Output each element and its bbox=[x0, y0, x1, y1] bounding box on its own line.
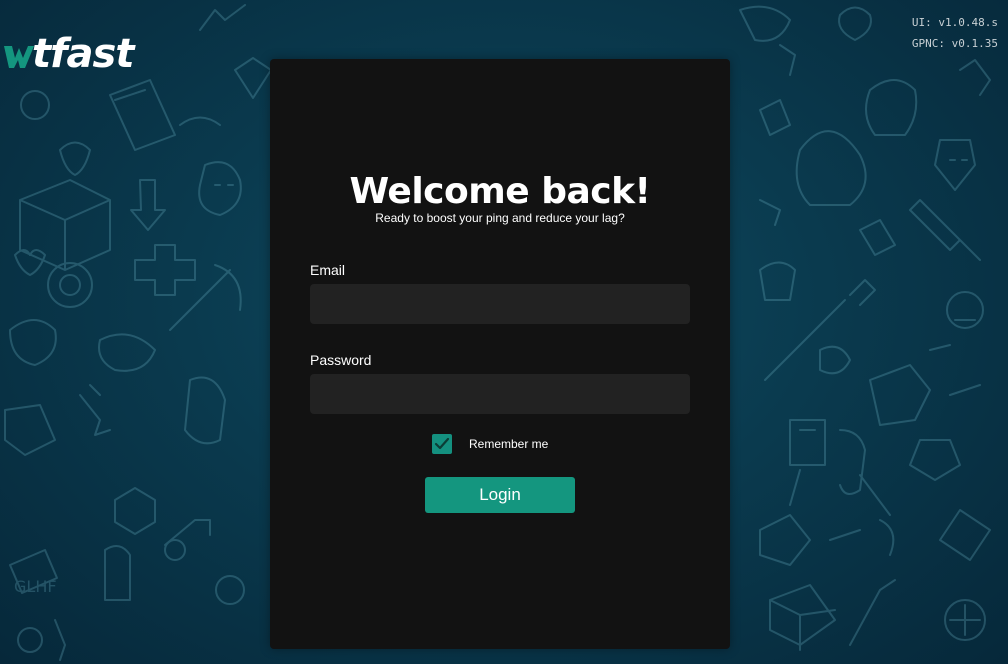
password-field[interactable] bbox=[310, 374, 690, 414]
version-info: UI: v1.0.48.s GPNC: v0.1.35 bbox=[912, 12, 998, 54]
page-subtitle: Ready to boost your ping and reduce your… bbox=[375, 211, 625, 225]
svg-text:GLHF: GLHF bbox=[14, 577, 57, 596]
remember-me-checkbox[interactable] bbox=[432, 434, 452, 454]
email-field[interactable] bbox=[310, 284, 690, 324]
brand-logo: tfast bbox=[4, 26, 134, 82]
email-label: Email bbox=[310, 262, 346, 278]
checkmark-icon bbox=[434, 437, 450, 450]
page-title: Welcome back! bbox=[349, 171, 651, 212]
login-button[interactable]: Login bbox=[425, 477, 575, 513]
login-card: Welcome back! Ready to boost your ping a… bbox=[270, 59, 730, 649]
remember-me-label: Remember me bbox=[469, 437, 549, 451]
remember-me-row: Remember me bbox=[432, 434, 548, 454]
gpnc-version: GPNC: v0.1.35 bbox=[911, 37, 998, 50]
ui-version: UI: v1.0.48.s bbox=[911, 16, 998, 29]
wtfast-w-logo-icon bbox=[4, 46, 34, 68]
password-label: Password bbox=[310, 352, 372, 368]
brand-name: tfast bbox=[32, 31, 134, 77]
